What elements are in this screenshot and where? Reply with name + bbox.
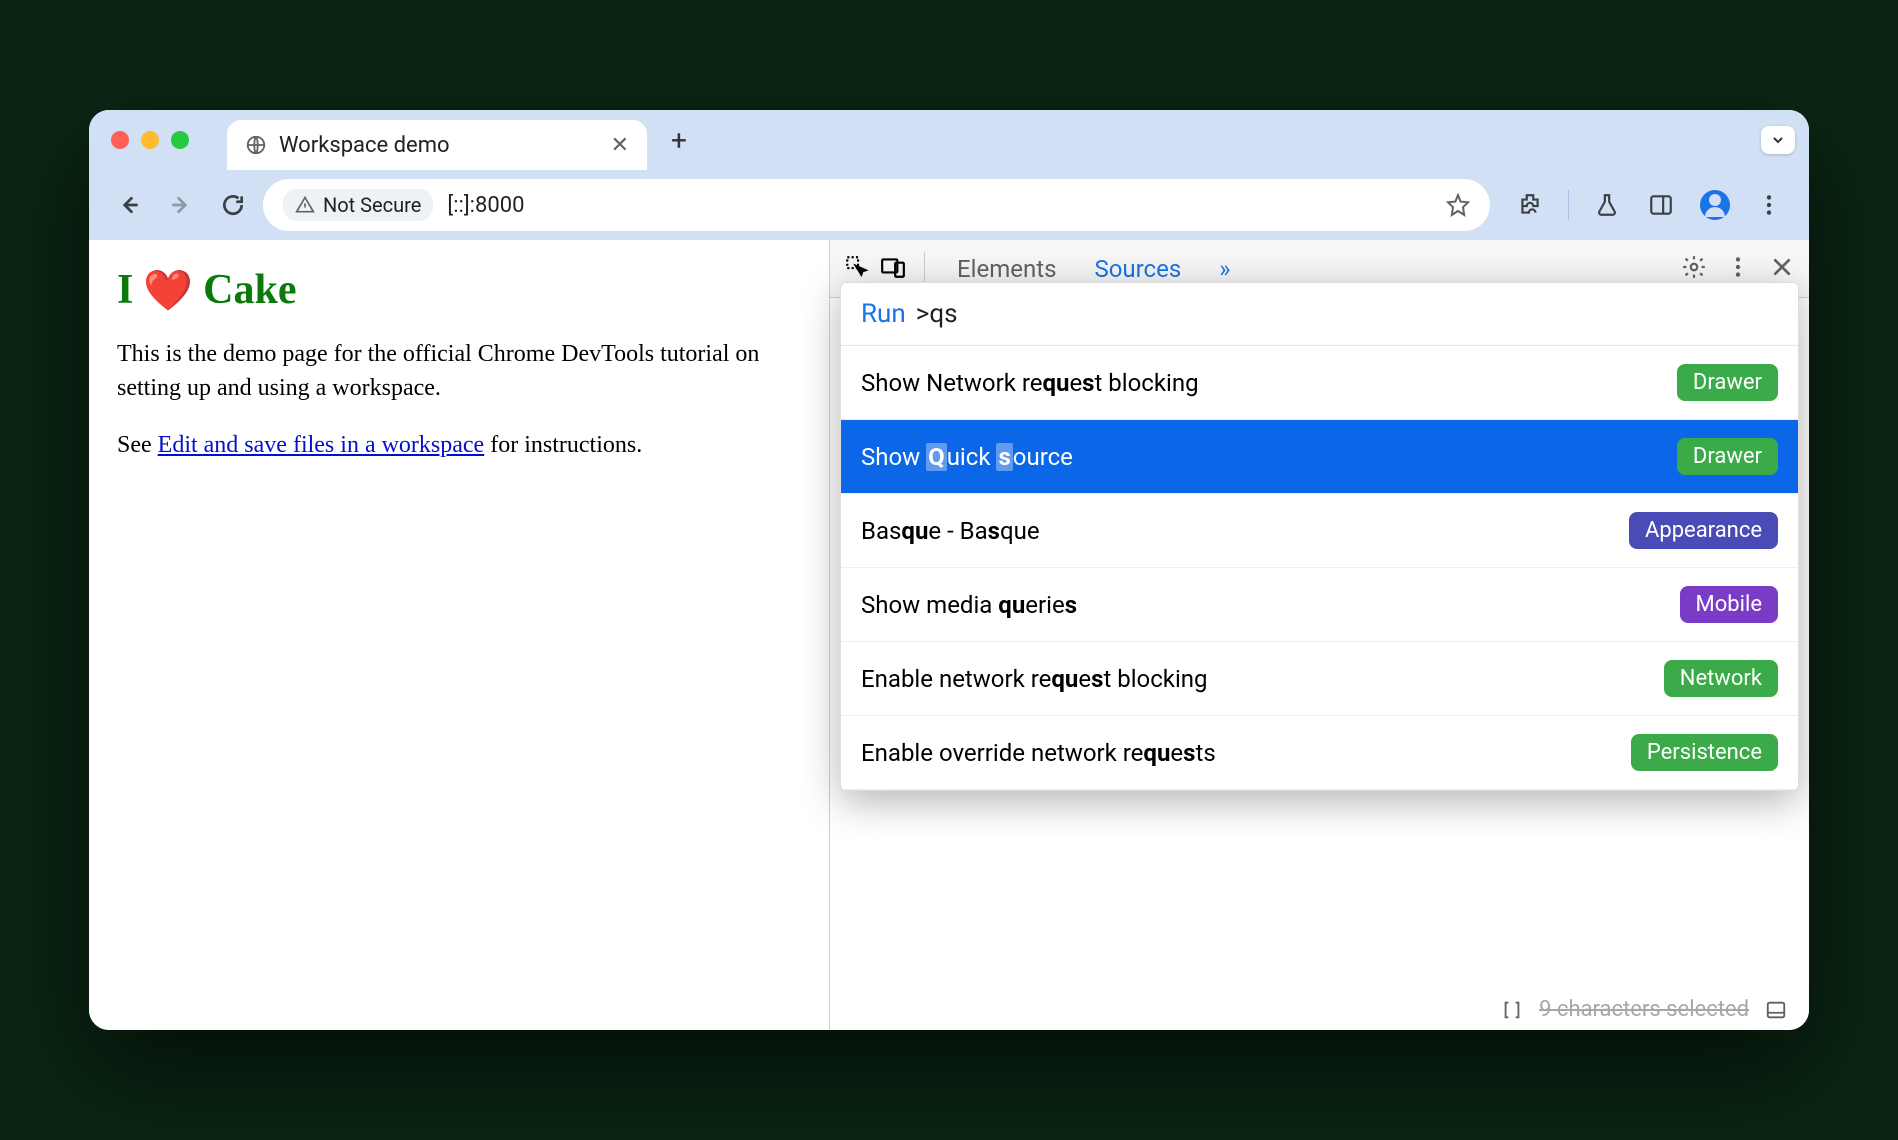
toolbar-right <box>1508 183 1791 227</box>
inspect-icon[interactable] <box>844 254 870 284</box>
reload-button[interactable] <box>211 183 255 227</box>
minimize-window-button[interactable] <box>141 131 159 149</box>
command-item[interactable]: Show Network request blocking Drawer <box>841 346 1798 420</box>
brackets-icon[interactable] <box>1501 999 1523 1021</box>
security-chip[interactable]: Not Secure <box>283 189 433 221</box>
bookmark-star-icon[interactable] <box>1446 193 1470 217</box>
chrome-menu-button[interactable] <box>1747 183 1791 227</box>
command-input-row[interactable]: Run >qs <box>841 283 1798 346</box>
browser-toolbar: Not Secure [::]:8000 <box>89 170 1809 240</box>
run-label: Run <box>861 299 906 329</box>
command-menu: Run >qs Show Network request blocking Dra… <box>840 282 1799 791</box>
kebab-menu-icon[interactable] <box>1725 254 1751 284</box>
window-controls <box>111 131 189 149</box>
forward-button[interactable] <box>159 183 203 227</box>
dock-icon[interactable] <box>1765 999 1787 1021</box>
close-window-button[interactable] <box>111 131 129 149</box>
command-item[interactable]: Basque - Basque Appearance <box>841 494 1798 568</box>
tab-elements[interactable]: Elements <box>943 255 1070 283</box>
command-item[interactable]: Enable override network requests Persiste… <box>841 716 1798 790</box>
globe-icon <box>245 134 267 156</box>
new-tab-button[interactable]: + <box>659 124 699 157</box>
heart-icon: ❤️ <box>143 267 193 314</box>
page-paragraph: This is the demo page for the official C… <box>117 338 801 405</box>
command-badge: Drawer <box>1677 364 1778 401</box>
tab-more[interactable]: » <box>1205 255 1244 283</box>
command-list: Show Network request blockingDrawerShow … <box>841 346 1798 790</box>
command-item-text: Basque - Basque <box>861 517 1040 545</box>
workspace-link[interactable]: Edit and save files in a workspace <box>158 432 485 458</box>
address-bar[interactable]: Not Secure [::]:8000 <box>263 179 1490 231</box>
page-instructions: See Edit and save files in a workspace f… <box>117 429 801 463</box>
device-toggle-icon[interactable] <box>880 254 906 284</box>
command-badge: Drawer <box>1677 438 1778 475</box>
close-devtools-icon[interactable] <box>1769 254 1795 284</box>
url-text: [::]:8000 <box>447 193 524 218</box>
labs-icon[interactable] <box>1585 183 1629 227</box>
extensions-icon[interactable] <box>1508 183 1552 227</box>
separator <box>1568 190 1569 220</box>
back-button[interactable] <box>107 183 151 227</box>
maximize-window-button[interactable] <box>171 131 189 149</box>
heading-suffix: Cake <box>203 266 296 314</box>
browser-tab[interactable]: Workspace demo ✕ <box>227 120 647 170</box>
command-badge: Mobile <box>1680 586 1778 623</box>
selection-text: 9 characters selected <box>1539 997 1749 1022</box>
command-item[interactable]: Show media queries Mobile <box>841 568 1798 642</box>
command-item-text: Enable network request blocking <box>861 665 1208 693</box>
tab-sources[interactable]: Sources <box>1080 255 1195 283</box>
devtools-footer: 9 characters selected <box>1501 997 1787 1022</box>
security-label: Not Secure <box>323 193 421 217</box>
avatar-icon <box>1700 190 1730 220</box>
warning-icon <box>295 195 315 215</box>
command-item[interactable]: Show Quick source Drawer <box>841 420 1798 494</box>
tab-title: Workspace demo <box>279 133 450 158</box>
command-badge: Appearance <box>1629 512 1778 549</box>
tab-list-button[interactable] <box>1761 126 1795 154</box>
command-query: >qs <box>916 299 958 329</box>
settings-icon[interactable] <box>1681 254 1707 284</box>
heading-prefix: I <box>117 266 133 314</box>
command-item-text: Enable override network requests <box>861 739 1216 767</box>
rendered-page: I ❤️ Cake This is the demo page for the … <box>89 240 829 1030</box>
profile-button[interactable] <box>1693 183 1737 227</box>
page-heading: I ❤️ Cake <box>117 266 801 314</box>
sidepanel-icon[interactable] <box>1639 183 1683 227</box>
command-badge: Persistence <box>1631 734 1778 771</box>
command-item-text: Show Quick source <box>861 443 1073 471</box>
command-item[interactable]: Enable network request blocking Network <box>841 642 1798 716</box>
command-item-text: Show Network request blocking <box>861 369 1199 397</box>
content-area: I ❤️ Cake This is the demo page for the … <box>89 240 1809 1030</box>
separator <box>924 252 925 286</box>
close-tab-icon[interactable]: ✕ <box>611 133 629 158</box>
devtools-panel: Elements Sources » Run >qs Show Network … <box>829 240 1809 1030</box>
see-prefix: See <box>117 432 158 458</box>
browser-window: Workspace demo ✕ + Not Secure [::]:8000 <box>89 110 1809 1030</box>
command-item-text: Show media queries <box>861 591 1077 619</box>
see-suffix: for instructions. <box>484 432 642 458</box>
command-badge: Network <box>1664 660 1778 697</box>
titlebar: Workspace demo ✕ + <box>89 110 1809 170</box>
